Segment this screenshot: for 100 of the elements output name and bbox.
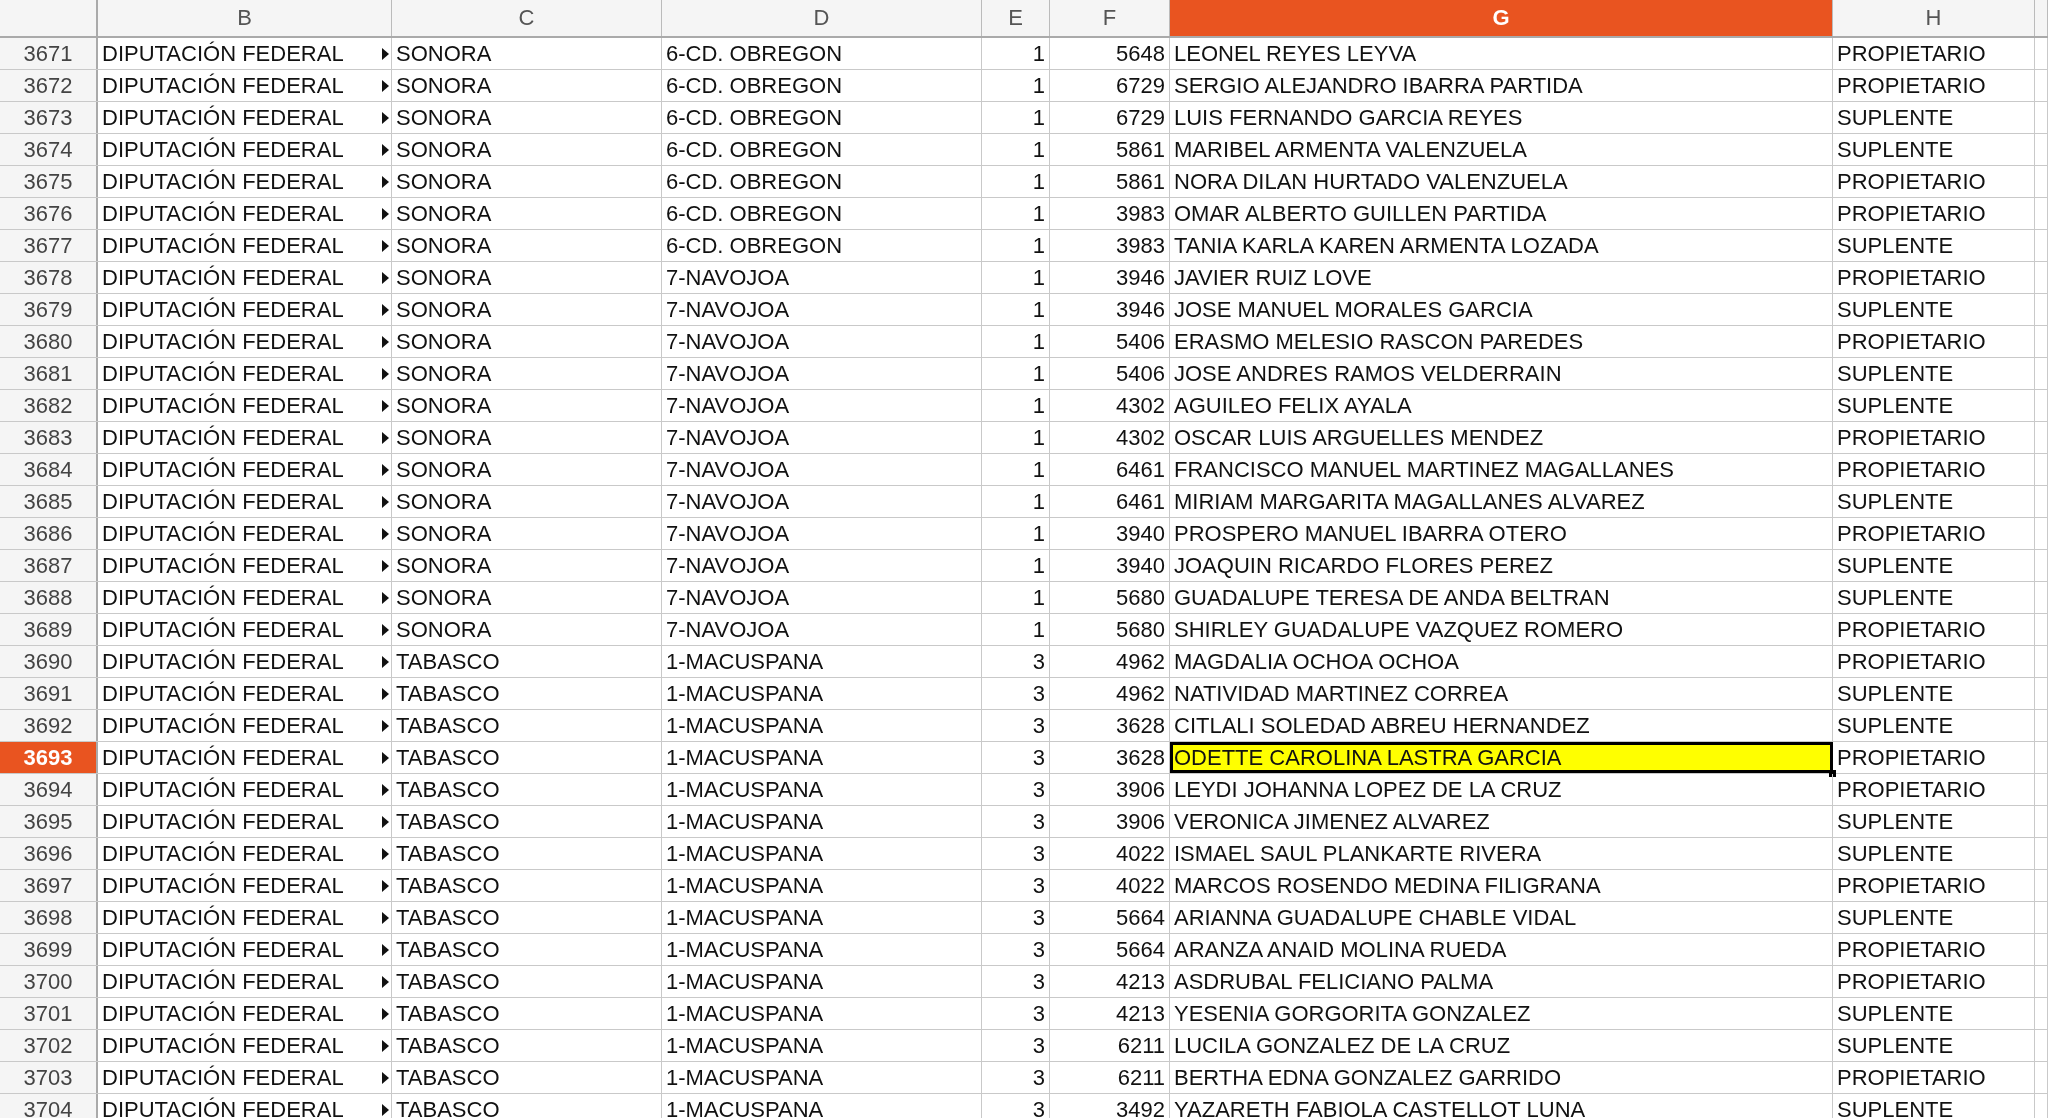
table-cell: 7-NAVOJOA — [662, 550, 982, 581]
row-header[interactable]: 3699 — [0, 934, 98, 965]
table-cell: 4213 — [1050, 998, 1170, 1029]
row-header[interactable]: 3693 — [0, 742, 98, 773]
table-cell: TABASCO — [392, 902, 662, 933]
table-cell: 3 — [982, 806, 1050, 837]
table-cell: SONORA — [392, 518, 662, 549]
column-header[interactable]: C — [392, 0, 662, 36]
overflow-arrow-icon — [382, 527, 389, 540]
table-cell: SUPLENTE — [1833, 550, 2035, 581]
row-header[interactable]: 3673 — [0, 102, 98, 133]
row-header[interactable]: 3674 — [0, 134, 98, 165]
table-cell: 1-MACUSPANA — [662, 646, 982, 677]
row-header[interactable]: 3682 — [0, 390, 98, 421]
row-header[interactable]: 3678 — [0, 262, 98, 293]
column-header[interactable]: G — [1170, 0, 1833, 36]
column-header[interactable]: E — [982, 0, 1050, 36]
row-header[interactable]: 3703 — [0, 1062, 98, 1093]
table-cell: 3946 — [1050, 262, 1170, 293]
table-cell-text: DIPUTACIÓN FEDERAL — [102, 200, 344, 228]
overflow-arrow-icon — [382, 335, 389, 348]
row-header[interactable]: 3691 — [0, 678, 98, 709]
table-cell: 7-NAVOJOA — [662, 358, 982, 389]
table-cell: SONORA — [392, 390, 662, 421]
row-header[interactable]: 3677 — [0, 230, 98, 261]
table-cell: 3983 — [1050, 198, 1170, 229]
table-cell: 6-CD. OBREGON — [662, 38, 982, 69]
table-cell: 3 — [982, 1030, 1050, 1061]
fill-handle[interactable] — [1829, 770, 1836, 777]
column-header[interactable]: H — [1833, 0, 2035, 36]
table-cell: 7-NAVOJOA — [662, 262, 982, 293]
table-cell: SONORA — [392, 198, 662, 229]
table-cell: 7-NAVOJOA — [662, 614, 982, 645]
row-header[interactable]: 3690 — [0, 646, 98, 677]
row-header[interactable]: 3679 — [0, 294, 98, 325]
row-header[interactable]: 3696 — [0, 838, 98, 869]
table-cell: 6-CD. OBREGON — [662, 166, 982, 197]
table-cell-text: DIPUTACIÓN FEDERAL — [102, 680, 344, 708]
table-cell: SUPLENTE — [1833, 1030, 2035, 1061]
table-cell: PROPIETARIO — [1833, 70, 2035, 101]
row-header[interactable]: 3684 — [0, 454, 98, 485]
table-cell: SUPLENTE — [1833, 678, 2035, 709]
table-cell: 6461 — [1050, 454, 1170, 485]
row-header[interactable]: 3694 — [0, 774, 98, 805]
table-cell: 4022 — [1050, 870, 1170, 901]
table-cell: 5648 — [1050, 38, 1170, 69]
table-cell: 3940 — [1050, 518, 1170, 549]
table-cell-text: DIPUTACIÓN FEDERAL — [102, 1064, 344, 1092]
row-header[interactable]: 3672 — [0, 70, 98, 101]
table-cell: PROPIETARIO — [1833, 454, 2035, 485]
table-cell: SONORA — [392, 70, 662, 101]
row-header[interactable]: 3700 — [0, 966, 98, 997]
row-header[interactable]: 3686 — [0, 518, 98, 549]
row-header[interactable]: 3681 — [0, 358, 98, 389]
table-cell: SUPLENTE — [1833, 102, 2035, 133]
table-cell-text: DIPUTACIÓN FEDERAL — [102, 712, 344, 740]
table-cell: 3 — [982, 998, 1050, 1029]
table-cell: YESENIA GORGORITA GONZALEZ — [1170, 998, 1833, 1029]
table-cell: TABASCO — [392, 1094, 662, 1118]
table-cell: PROPIETARIO — [1833, 1062, 2035, 1093]
row-header[interactable]: 3701 — [0, 998, 98, 1029]
row-header[interactable]: 3685 — [0, 486, 98, 517]
overflow-arrow-icon — [382, 431, 389, 444]
table-cell-text: DIPUTACIÓN FEDERAL — [102, 744, 344, 772]
table-cell: 1 — [982, 454, 1050, 485]
table-cell: 1-MACUSPANA — [662, 870, 982, 901]
table-cell: 1 — [982, 294, 1050, 325]
table-cell: 3 — [982, 646, 1050, 677]
table-cell: 3 — [982, 742, 1050, 773]
column-header[interactable]: D — [662, 0, 982, 36]
row-header[interactable]: 3675 — [0, 166, 98, 197]
row-header[interactable]: 3698 — [0, 902, 98, 933]
row-header[interactable]: 3683 — [0, 422, 98, 453]
row-header[interactable]: 3687 — [0, 550, 98, 581]
column-header[interactable]: B — [98, 0, 392, 36]
table-cell: 1-MACUSPANA — [662, 774, 982, 805]
table-cell: SONORA — [392, 358, 662, 389]
row-header[interactable]: 3688 — [0, 582, 98, 613]
row-header[interactable]: 3702 — [0, 1030, 98, 1061]
table-cell: 3906 — [1050, 774, 1170, 805]
row-header[interactable]: 3671 — [0, 38, 98, 69]
row-header[interactable]: 3695 — [0, 806, 98, 837]
table-cell: 1-MACUSPANA — [662, 806, 982, 837]
overflow-arrow-icon — [382, 463, 389, 476]
row-header[interactable]: 3689 — [0, 614, 98, 645]
table-cell: TABASCO — [392, 1030, 662, 1061]
row-header[interactable]: 3704 — [0, 1094, 98, 1118]
row-header[interactable]: 3692 — [0, 710, 98, 741]
table-cell: JOSE MANUEL MORALES GARCIA — [1170, 294, 1833, 325]
row-header[interactable]: 3680 — [0, 326, 98, 357]
table-cell: 5664 — [1050, 934, 1170, 965]
table-cell: SONORA — [392, 614, 662, 645]
table-cell: 1-MACUSPANA — [662, 742, 982, 773]
row-header[interactable]: 3697 — [0, 870, 98, 901]
table-cell: SUPLENTE — [1833, 806, 2035, 837]
table-cell: SONORA — [392, 326, 662, 357]
table-cell: NORA DILAN HURTADO VALENZUELA — [1170, 166, 1833, 197]
row-header[interactable]: 3676 — [0, 198, 98, 229]
table-cell-text: DIPUTACIÓN FEDERAL — [102, 168, 344, 196]
table-cell: 1-MACUSPANA — [662, 998, 982, 1029]
